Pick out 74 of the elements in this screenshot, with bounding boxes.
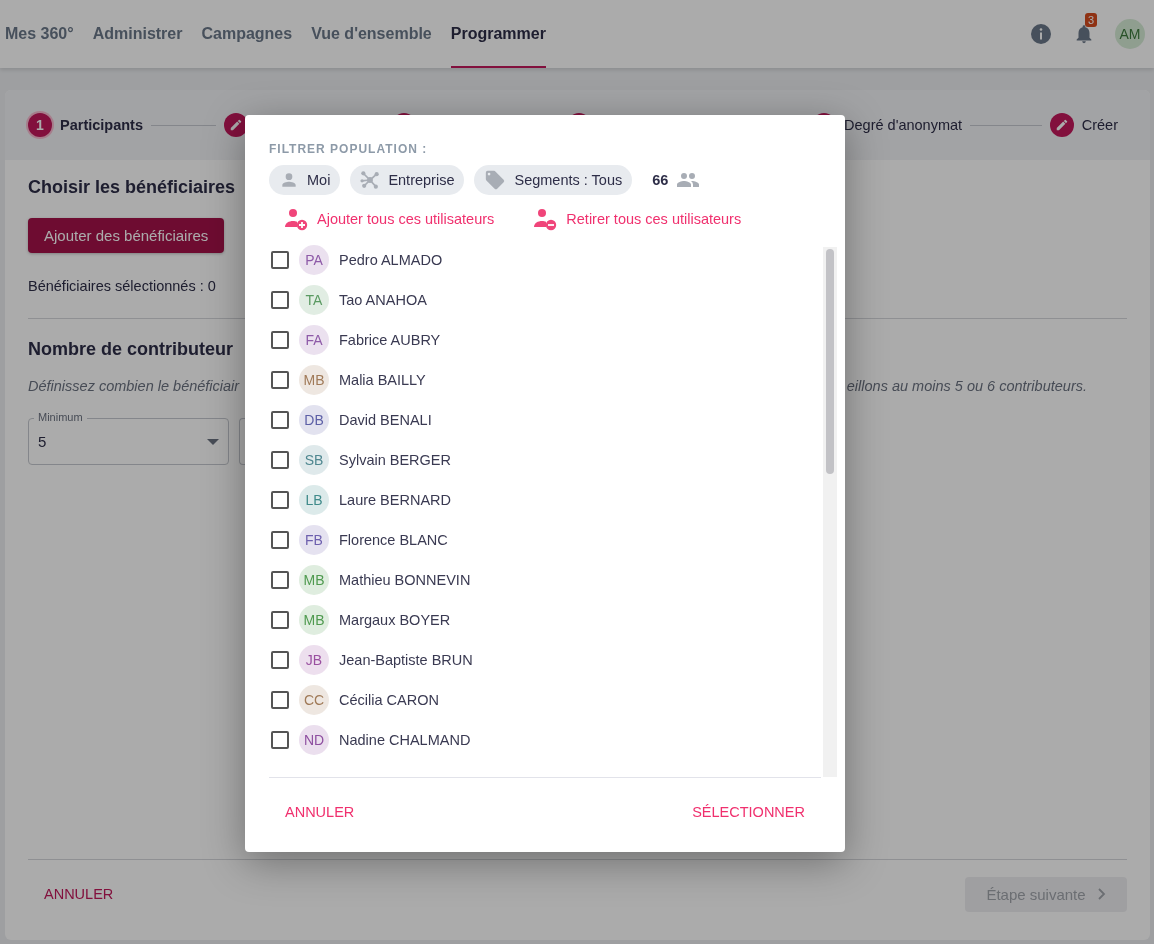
selected-count: Bénéficiaires sélectionnés : 0 — [28, 278, 217, 294]
filter-chip[interactable]: Segments : Tous — [474, 165, 633, 195]
hint-text: eillons au moins 5 ou 6 contributeurs. — [846, 378, 1087, 394]
user-count: 66 — [652, 172, 669, 188]
nav-tab[interactable]: Administrer — [92, 0, 183, 68]
notification-badge: 3 — [1085, 13, 1098, 27]
user-avatar: MB — [299, 565, 329, 595]
checkbox[interactable] — [271, 451, 289, 469]
section-heading: Nombre de contributeur — [28, 339, 233, 360]
user-name[interactable]: David BENALI — [339, 412, 432, 428]
info-icon[interactable] — [1029, 22, 1053, 46]
user-avatar: PA — [299, 245, 329, 275]
user-name[interactable]: Margaux BOYER — [339, 612, 451, 628]
step-number: 1 — [28, 113, 52, 137]
select-button[interactable]: SÉLECTIONNER — [692, 804, 805, 820]
cancel-button[interactable]: ANNULER — [44, 886, 114, 902]
user-avatar: SB — [299, 445, 329, 475]
chevron-right-icon — [1097, 888, 1106, 900]
checkbox[interactable] — [271, 691, 289, 709]
user-avatar: MB — [299, 365, 329, 395]
checkbox[interactable] — [271, 491, 289, 509]
checkbox[interactable] — [271, 571, 289, 589]
checkbox[interactable] — [271, 371, 289, 389]
hint-text: Définissez combien le bénéficiair — [28, 378, 240, 394]
user-name[interactable]: Pedro ALMADO — [339, 252, 443, 268]
add-beneficiaries-button[interactable]: Ajouter des bénéficiaires — [28, 218, 225, 253]
checkbox[interactable] — [271, 291, 289, 309]
checkbox[interactable] — [271, 731, 289, 749]
tag-icon — [484, 169, 507, 191]
user-name[interactable]: Mathieu BONNEVIN — [339, 572, 471, 588]
user-name[interactable]: Nadine CHALMAND — [339, 732, 471, 748]
user-avatar: CC — [299, 685, 329, 715]
user-name[interactable]: Fabrice AUBRY — [339, 332, 441, 348]
checkbox[interactable] — [271, 651, 289, 669]
checkbox[interactable] — [271, 611, 289, 629]
filter-chip[interactable]: Entreprise — [350, 165, 465, 195]
person-remove-icon — [534, 207, 559, 231]
user-name[interactable]: Sylvain BERGER — [339, 452, 451, 468]
user-name[interactable]: Malia BAILLY — [339, 372, 426, 388]
user-name[interactable]: Jean-Baptiste BRUN — [339, 652, 473, 668]
checkbox[interactable] — [271, 531, 289, 549]
nav-tab[interactable]: Programmer — [450, 0, 546, 68]
user-avatar: FA — [299, 325, 329, 355]
user-name[interactable]: Cécilia CARON — [339, 692, 439, 708]
step-label[interactable]: Degré d'anonymat — [844, 117, 963, 133]
nav-tab[interactable]: Campagnes — [201, 0, 293, 68]
person-icon — [279, 170, 299, 190]
user-avatar: JB — [299, 645, 329, 675]
scrollbar[interactable] — [823, 247, 837, 777]
user-avatar: DB — [299, 405, 329, 435]
user-name[interactable]: Tao ANAHOA — [339, 292, 427, 308]
step-label[interactable]: Créer — [1081, 117, 1118, 133]
user-avatar: FB — [299, 525, 329, 555]
user-avatar: MB — [299, 605, 329, 635]
user-name[interactable]: Laure BERNARD — [339, 492, 451, 508]
user-avatar: ND — [299, 725, 329, 755]
network-icon — [360, 170, 381, 190]
remove-all-link[interactable]: Retirer tous ces utilisateurs — [534, 207, 742, 231]
nav-tab[interactable]: Mes 360° — [5, 0, 74, 68]
checkbox[interactable] — [271, 411, 289, 429]
user-avatar: LB — [299, 485, 329, 515]
add-all-link[interactable]: Ajouter tous ces utilisateurs — [285, 207, 495, 231]
caret-icon — [207, 438, 219, 445]
user-name[interactable]: Florence BLANC — [339, 532, 448, 548]
user-avatar: TA — [299, 285, 329, 315]
section-heading: Choisir les bénéficiaires — [28, 177, 236, 198]
filter-chip[interactable]: Moi — [269, 165, 341, 195]
step-label[interactable]: Participants — [60, 117, 143, 133]
nav-tab[interactable]: Vue d'ensemble — [311, 0, 432, 68]
checkbox[interactable] — [271, 251, 289, 269]
checkbox[interactable] — [271, 331, 289, 349]
person-add-icon — [285, 207, 309, 231]
cancel-button[interactable]: ANNULER — [285, 804, 355, 820]
filter-title: FILTRER POPULATION : — [269, 142, 429, 156]
